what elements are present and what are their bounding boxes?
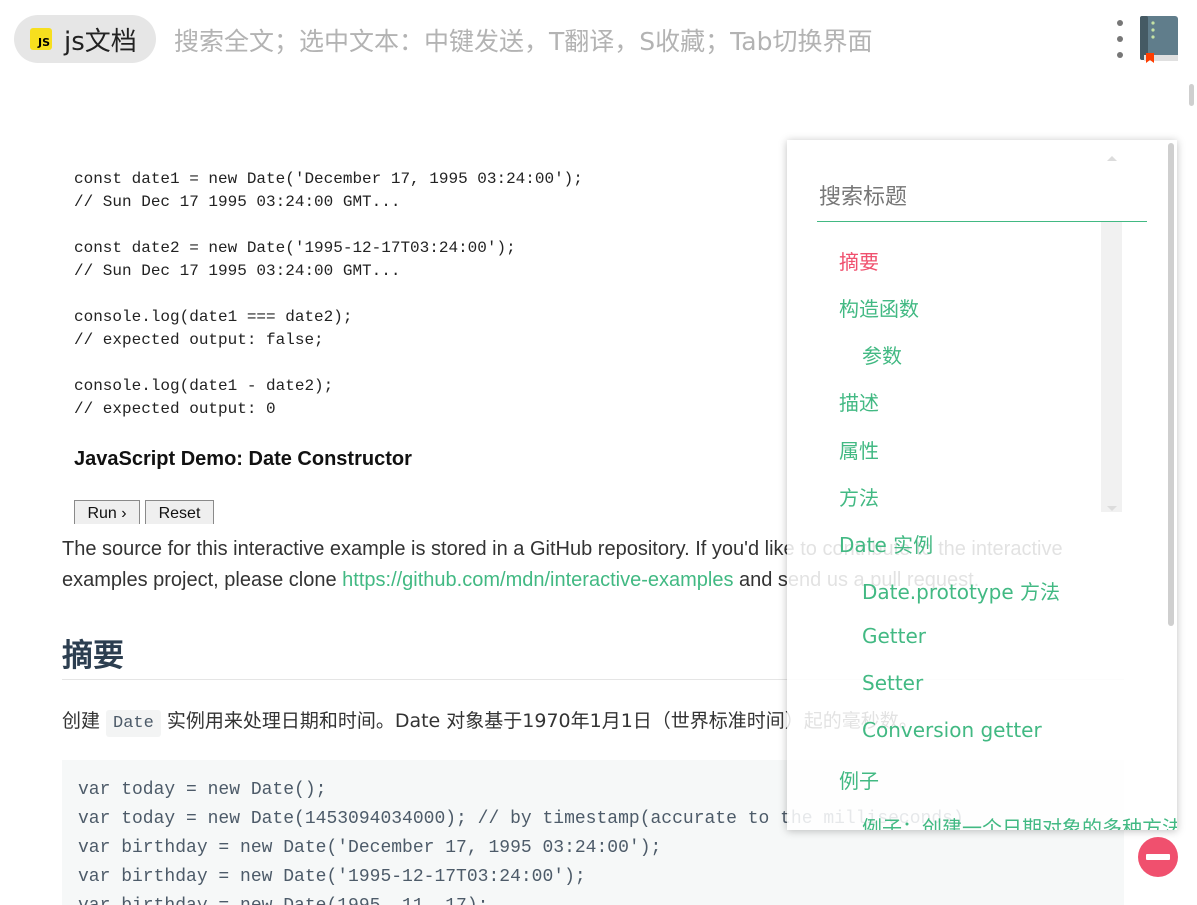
app-badge[interactable]: JS js文档 xyxy=(14,15,156,63)
reset-button[interactable]: Reset xyxy=(145,500,214,524)
toc-item-prototype-methods[interactable]: Date.prototype 方法 xyxy=(862,576,1060,605)
remove-circle-icon[interactable] xyxy=(1138,837,1178,877)
toc-panel: 摘要 构造函数 参数 描述 属性 方法 Date 实例 Date.prototy… xyxy=(787,140,1177,830)
toc-inner-scrollbar[interactable] xyxy=(1101,222,1122,512)
toc-item-constructor[interactable]: 构造函数 xyxy=(839,293,919,322)
toc-item-getter[interactable]: Getter xyxy=(862,624,926,648)
section-heading-summary: 摘要 xyxy=(62,638,124,674)
toc-item-description[interactable]: 描述 xyxy=(839,387,879,416)
search-hint[interactable]: 搜索全文；选中文本：中键发送，T翻译，S收藏；Tab切换界面 xyxy=(174,22,872,58)
toc-search-input[interactable] xyxy=(817,174,1147,222)
app-title: js文档 xyxy=(64,26,137,57)
toc-item-properties[interactable]: 属性 xyxy=(839,435,879,464)
toc-item-summary[interactable]: 摘要 xyxy=(839,246,879,275)
toc-item-date-instances[interactable]: Date 实例 xyxy=(839,529,933,558)
inline-code-date: Date xyxy=(106,710,161,737)
github-link[interactable]: https://github.com/mdn/interactive-examp… xyxy=(342,569,733,591)
scroll-up-icon[interactable] xyxy=(1107,156,1117,161)
toc-item-example-create[interactable]: 例子：创建一个日期对象的多种方法 xyxy=(862,812,1177,830)
toc-item-conversion-getter[interactable]: Conversion getter xyxy=(862,718,1042,742)
toc-item-examples[interactable]: 例子 xyxy=(839,765,879,794)
scroll-down-icon[interactable] xyxy=(1107,506,1117,511)
toc-scrollbar[interactable] xyxy=(1168,143,1174,626)
more-vertical-icon[interactable] xyxy=(1111,20,1129,58)
demo-title: JavaScript Demo: Date Constructor xyxy=(74,448,412,470)
toc-item-setter[interactable]: Setter xyxy=(862,671,923,695)
page-scrollbar[interactable] xyxy=(1189,84,1194,106)
book-bookmark-icon[interactable] xyxy=(1138,15,1180,63)
demo-code: const date1 = new Date('December 17, 199… xyxy=(74,170,583,418)
js-logo-icon: JS xyxy=(30,28,52,50)
intro-text-before: 创建 xyxy=(62,710,101,732)
toc-item-methods[interactable]: 方法 xyxy=(839,482,879,511)
run-button[interactable]: Run › xyxy=(74,500,140,524)
toc-item-parameters[interactable]: 参数 xyxy=(862,340,902,369)
